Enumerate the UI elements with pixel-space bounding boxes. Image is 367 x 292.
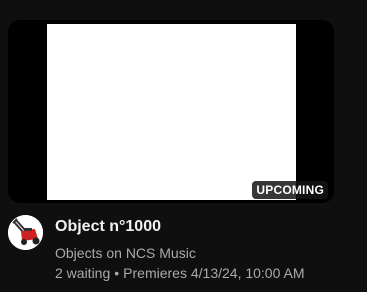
video-title[interactable]: Object n°1000 bbox=[55, 217, 357, 237]
channel-name[interactable]: Objects on NCS Music bbox=[55, 244, 196, 262]
thumbnail-image bbox=[47, 24, 296, 200]
channel-avatar[interactable] bbox=[8, 215, 43, 250]
upcoming-badge: UPCOMING bbox=[252, 181, 328, 199]
lawn-mower-icon bbox=[8, 215, 43, 250]
video-thumbnail[interactable]: UPCOMING bbox=[8, 20, 334, 203]
video-meta: 2 waiting • Premieres 4/13/24, 10:00 AM bbox=[55, 264, 305, 282]
waiting-count: 2 waiting bbox=[55, 265, 111, 281]
premiere-date: Premieres 4/13/24, 10:00 AM bbox=[123, 265, 305, 281]
video-card: UPCOMING Object n°1000 Objects on NCS Mu… bbox=[0, 0, 367, 292]
meta-separator: • bbox=[114, 265, 120, 281]
